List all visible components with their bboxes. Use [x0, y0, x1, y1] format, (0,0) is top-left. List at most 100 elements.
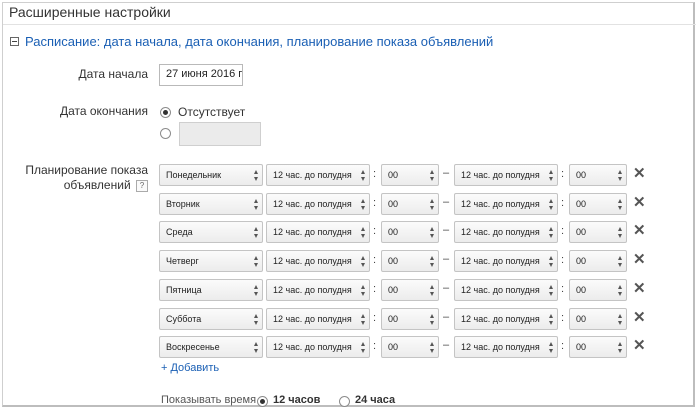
updown-arrows-icon — [254, 342, 259, 354]
schedule-row: Понедельник 12 час. до полудня 00 12 час. д… — [159, 164, 659, 188]
end-hour-select[interactable]: 12 час. до полудня — [454, 278, 558, 301]
end-hour-select[interactable]: 12 час. до полудня — [454, 250, 558, 273]
end-hour-select[interactable]: 12 час. до полудня — [454, 192, 558, 215]
updown-arrows-icon — [618, 170, 623, 181]
end-date-none-label: Отсутствует — [178, 105, 246, 119]
start-hour-select-value: 12 час. до полудня — [273, 227, 352, 238]
updown-arrows-icon — [549, 256, 554, 268]
end-hour-select[interactable]: 12 час. до полудня — [454, 221, 558, 244]
remove-row-icon[interactable]: ✕ — [633, 309, 646, 327]
updown-arrows-icon — [430, 198, 435, 210]
updown-arrows-icon — [254, 227, 259, 239]
day-select[interactable]: Вторник — [159, 192, 263, 215]
start-hour-select[interactable]: 12 час. до полудня — [266, 221, 370, 244]
time-format-label: Показывать время — [161, 394, 257, 406]
start-minute-select[interactable]: 00 — [381, 164, 439, 186]
end-hour-select-value: 12 час. до полудня — [461, 198, 540, 209]
day-select[interactable]: Понедельник — [159, 164, 263, 186]
end-minute-select-value: 00 — [576, 256, 587, 267]
updown-arrows-icon — [618, 342, 623, 354]
time-colon: : — [373, 311, 377, 324]
start-hour-select-value: 12 час. до полудня — [273, 313, 352, 324]
start-minute-select[interactable]: 00 — [381, 250, 439, 273]
end-minute-select[interactable]: 00 — [569, 250, 627, 273]
add-schedule-link[interactable]: + Добавить — [161, 362, 219, 374]
start-hour-select[interactable]: 12 час. до полудня — [266, 192, 370, 215]
start-hour-select[interactable]: 12 час. до полудня — [266, 278, 370, 301]
start-date-input[interactable]: 27 июня 2016 г — [159, 64, 243, 86]
end-minute-select-value: 00 — [576, 342, 587, 353]
end-hour-select[interactable]: 12 час. до полудня — [454, 307, 558, 330]
start-minute-select[interactable]: 00 — [381, 307, 439, 330]
remove-row-icon[interactable]: ✕ — [633, 251, 646, 269]
schedule-header-text: Расписание: дата начала, дата окончания,… — [25, 34, 494, 49]
updown-arrows-icon — [361, 198, 366, 210]
end-minute-select[interactable]: 00 — [569, 307, 627, 330]
updown-arrows-icon — [254, 313, 259, 325]
start-minute-select-value: 00 — [388, 342, 399, 353]
section-title: Расширенные настройки — [9, 4, 171, 20]
end-hour-select-value: 12 час. до полудня — [461, 284, 540, 295]
day-select[interactable]: Пятница — [159, 278, 263, 301]
end-minute-select[interactable]: 00 — [569, 278, 627, 301]
end-date-none-radio[interactable] — [160, 107, 171, 118]
time-format-24-radio[interactable] — [339, 396, 350, 407]
day-select[interactable]: Суббота — [159, 307, 263, 330]
remove-row-icon[interactable]: ✕ — [633, 337, 646, 355]
help-icon[interactable]: ? — [136, 179, 148, 192]
end-minute-select[interactable]: 00 — [569, 164, 627, 186]
time-colon: : — [373, 168, 377, 180]
start-minute-select[interactable]: 00 — [381, 192, 439, 215]
remove-row-icon[interactable]: ✕ — [633, 194, 646, 212]
start-hour-select[interactable]: 12 час. до полудня — [266, 307, 370, 330]
updown-arrows-icon — [361, 284, 366, 296]
time-colon: : — [561, 311, 565, 324]
start-hour-select[interactable]: 12 час. до полудня — [266, 336, 370, 359]
time-format-12-label: 12 часов — [273, 394, 321, 406]
end-hour-select-value: 12 час. до полудня — [461, 313, 540, 324]
schedule-row: Вторник 12 час. до полудня 00 12 час. до по… — [159, 192, 659, 217]
ad-schedule-label: Планирование показа объявлений ? — [20, 163, 148, 193]
schedule-row: Суббота 12 час. до полудня 00 12 час. до по… — [159, 307, 659, 332]
range-dash: – — [443, 167, 450, 179]
end-date-custom-radio[interactable] — [160, 128, 171, 139]
remove-row-icon[interactable]: ✕ — [633, 222, 646, 240]
updown-arrows-icon — [618, 198, 623, 210]
end-minute-select[interactable]: 00 — [569, 221, 627, 244]
ad-schedule-label-line2: объявлений — [63, 178, 131, 192]
day-select[interactable]: Четверг — [159, 250, 263, 273]
range-dash: – — [443, 339, 450, 352]
day-select[interactable]: Среда — [159, 221, 263, 244]
end-hour-select[interactable]: 12 час. до полудня — [454, 336, 558, 359]
start-hour-select[interactable]: 12 час. до полудня — [266, 250, 370, 273]
end-hour-select-value: 12 час. до полудня — [461, 342, 540, 353]
updown-arrows-icon — [618, 227, 623, 239]
day-select[interactable]: Воскресенье — [159, 336, 263, 359]
day-select-value: Воскресенье — [166, 342, 220, 353]
start-minute-select[interactable]: 00 — [381, 336, 439, 359]
end-hour-select-value: 12 час. до полудня — [461, 227, 540, 238]
end-minute-select[interactable]: 00 — [569, 192, 627, 215]
end-date-input[interactable] — [179, 122, 261, 146]
end-minute-select[interactable]: 00 — [569, 336, 627, 359]
start-hour-select[interactable]: 12 час. до полудня — [266, 164, 370, 186]
range-dash: – — [443, 195, 450, 208]
updown-arrows-icon — [430, 313, 435, 325]
day-select-value: Вторник — [166, 198, 200, 209]
start-minute-select-value: 00 — [388, 227, 399, 238]
time-format-12-radio[interactable] — [257, 396, 268, 407]
start-minute-select[interactable]: 00 — [381, 221, 439, 244]
updown-arrows-icon — [430, 256, 435, 268]
start-minute-select-value: 00 — [388, 198, 399, 209]
time-colon: : — [561, 168, 565, 180]
remove-row-icon[interactable]: ✕ — [633, 280, 646, 298]
start-minute-select[interactable]: 00 — [381, 278, 439, 301]
updown-arrows-icon — [361, 227, 366, 239]
collapse-icon — [10, 37, 19, 46]
end-hour-select[interactable]: 12 час. до полудня — [454, 164, 558, 186]
range-dash: – — [443, 224, 450, 237]
ad-schedule-label-line1: Планирование показа — [25, 163, 148, 177]
remove-row-icon[interactable]: ✕ — [633, 165, 646, 183]
schedule-section-toggle[interactable]: Расписание: дата начала, дата окончания,… — [10, 34, 493, 49]
schedule-row: Воскресенье 12 час. до полудня 00 12 час. д… — [159, 336, 659, 360]
